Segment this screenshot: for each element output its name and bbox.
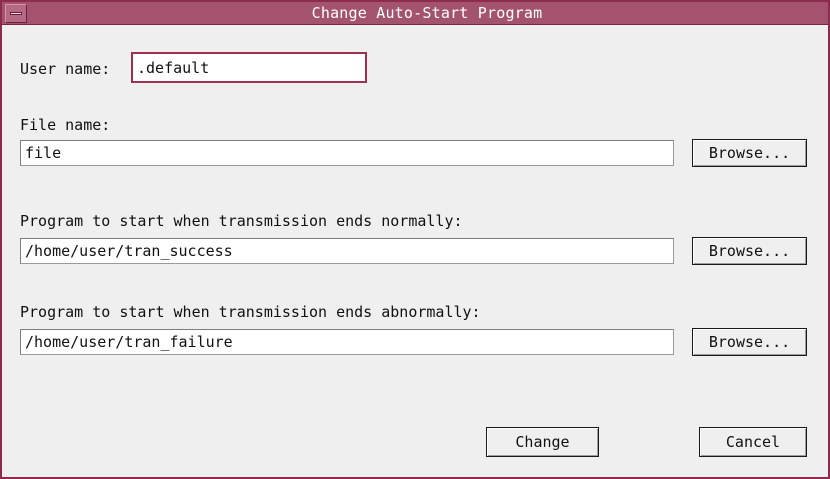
change-button[interactable]: Change <box>486 427 599 457</box>
file-name-label: File name: <box>20 116 111 134</box>
window-menu-button[interactable] <box>5 4 27 23</box>
dialog-window: Change Auto-Start Program User name: Fil… <box>0 0 830 479</box>
normal-program-label: Program to start when transmission ends … <box>20 212 463 230</box>
normal-program-input[interactable] <box>20 238 674 264</box>
normal-program-browse-button[interactable]: Browse... <box>692 237 807 265</box>
abnormal-program-label: Program to start when transmission ends … <box>20 303 481 321</box>
file-browse-button[interactable]: Browse... <box>692 139 807 167</box>
file-name-input[interactable] <box>20 140 674 166</box>
cancel-button[interactable]: Cancel <box>699 427 807 457</box>
window-menu-icon <box>10 12 22 15</box>
user-name-input[interactable] <box>131 52 367 83</box>
abnormal-program-input[interactable] <box>20 329 674 355</box>
title-bar[interactable]: Change Auto-Start Program <box>2 2 828 25</box>
user-name-label: User name: <box>20 60 111 78</box>
abnormal-program-browse-button[interactable]: Browse... <box>692 328 807 356</box>
window-title: Change Auto-Start Program <box>311 4 543 22</box>
